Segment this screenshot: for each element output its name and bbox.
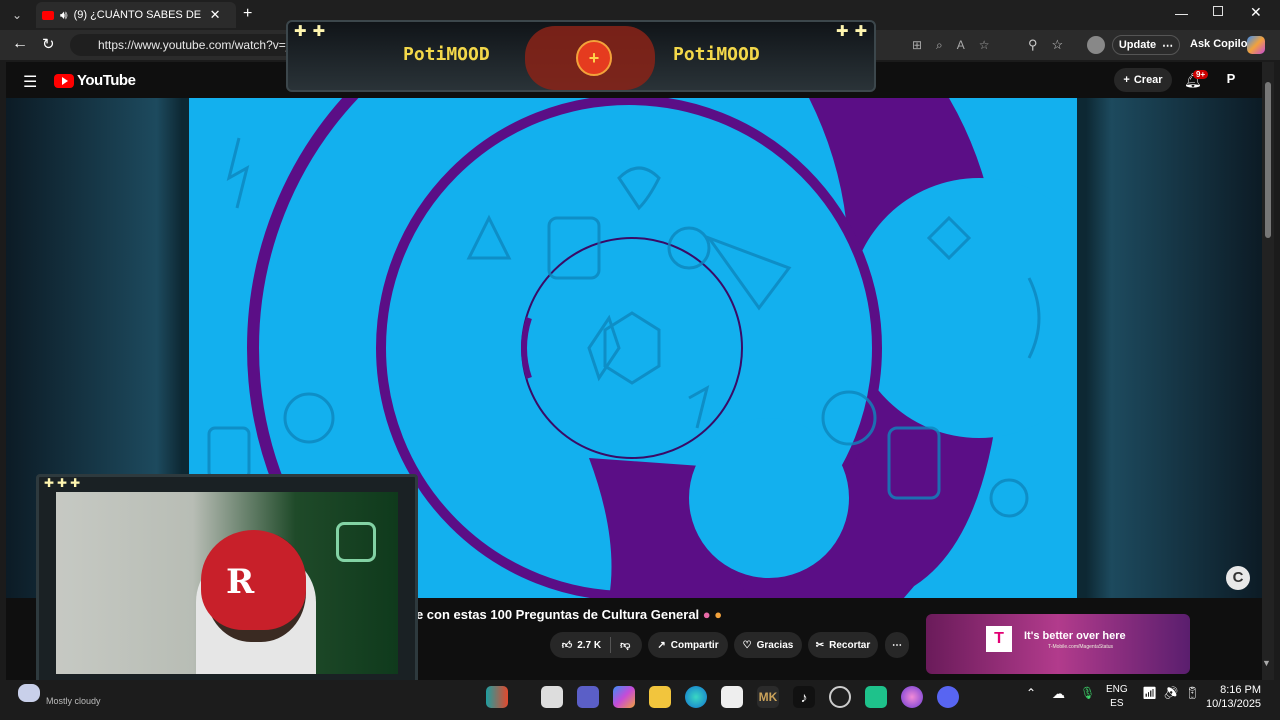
webcam-sparkle-icon: ✚✚✚	[44, 476, 84, 490]
store-icon[interactable]	[721, 686, 743, 708]
scissors-icon: ✂	[815, 639, 825, 651]
new-tab-icon[interactable]: +	[243, 5, 252, 23]
ad-headline: It's better over here	[1024, 630, 1126, 642]
wifi-volume-battery-icon[interactable]: 📶︎🔊︎🔋︎	[1142, 686, 1206, 700]
banner-logo-icon: +	[576, 40, 612, 76]
minimize-icon[interactable]: —	[1175, 6, 1188, 21]
thanks-icon: ♡	[742, 639, 752, 651]
plus-icon: +	[1123, 74, 1130, 86]
microphone-icon[interactable]: 🎙︎	[1080, 686, 1095, 700]
address-bar-tools-icon[interactable]: ⊞⌕A☆	[912, 38, 1004, 53]
speaker-icon[interactable]: 🔊︎	[60, 8, 68, 23]
url-text: https://www.youtube.com/watch?v=_A	[98, 38, 301, 52]
weather-text[interactable]: Mostly cloudy	[46, 696, 101, 706]
tiktok-icon[interactable]: ♪	[793, 686, 815, 708]
share-button[interactable]: ↗ Compartir	[648, 632, 728, 658]
youtube-logo-text: YouTube	[77, 72, 136, 89]
discord-icon[interactable]	[937, 686, 959, 708]
banner-brand-right: PotiMOOD	[673, 44, 760, 65]
more-icon: ⋯	[892, 639, 902, 651]
ad-banner[interactable]: T It's better over here T-Mobile.com/Mag…	[926, 614, 1190, 674]
obs-icon[interactable]	[829, 686, 851, 708]
copilot-app-icon[interactable]	[613, 686, 635, 708]
extensions-icon[interactable]: ⚲☆	[1028, 37, 1077, 53]
account-avatar[interactable]: P	[1222, 71, 1240, 89]
more-icon: ⋯	[1162, 39, 1174, 52]
like-icon[interactable]: 👍︎	[562, 639, 572, 651]
clip-button[interactable]: ✂ Recortar	[808, 632, 878, 658]
video-title-text: de con estas 100 Preguntas de Cultura Ge…	[408, 607, 700, 622]
hamburger-menu-icon[interactable]: ☰	[23, 72, 37, 92]
thanks-label: Gracias	[756, 639, 794, 651]
sparkle-left-icon: ✚✚	[294, 23, 332, 40]
clock-time: 8:16 PM	[1220, 684, 1262, 696]
lang-top: ENG	[1106, 684, 1128, 695]
create-button[interactable]: + Crear	[1114, 68, 1172, 92]
notifications-badge: 9+	[1193, 70, 1209, 79]
more-actions-button[interactable]: ⋯	[885, 632, 909, 658]
copilot-icon[interactable]	[1247, 36, 1265, 54]
back-icon[interactable]: ←	[12, 35, 28, 53]
photos-icon[interactable]	[901, 686, 923, 708]
update-button[interactable]: Update ⋯	[1112, 35, 1180, 55]
tmobile-logo-icon: T	[986, 626, 1012, 652]
dislike-icon[interactable]: 👎︎	[620, 639, 630, 651]
maximize-icon[interactable]	[1213, 6, 1223, 16]
lang-bottom: ES	[1110, 698, 1124, 709]
url-input[interactable]: https://www.youtube.com/watch?v=_A	[70, 34, 302, 56]
channel-watermark-icon[interactable]: C	[1226, 566, 1250, 590]
youtube-play-icon	[54, 73, 74, 88]
edge-icon[interactable]	[685, 686, 707, 708]
teams-icon[interactable]	[577, 686, 599, 708]
like-count[interactable]: 2.7 K	[577, 640, 601, 651]
close-tab-icon[interactable]: ✕	[210, 7, 221, 23]
banner-brand-left: PotiMOOD	[403, 44, 490, 65]
thanks-button[interactable]: ♡ Gracias	[734, 632, 802, 658]
clip-label: Recortar	[829, 639, 871, 651]
refresh-icon[interactable]: ↻	[42, 35, 55, 53]
ask-copilot-button[interactable]: Ask Copilot	[1190, 38, 1251, 50]
create-label: Crear	[1133, 74, 1163, 86]
browser-tab[interactable]: 🔊︎ (9) ¿CUÁNTO SABES DE CUL ✕	[36, 2, 236, 28]
onedrive-icon[interactable]: ☁	[1052, 686, 1065, 702]
input-language[interactable]: ENG ES	[1106, 683, 1128, 711]
youtube-favicon-icon	[42, 10, 54, 20]
profile-avatar[interactable]	[1087, 36, 1105, 54]
share-icon: ↗	[657, 639, 666, 651]
webcam-feed: R	[56, 492, 398, 674]
smile-emoji-icon: ●	[714, 607, 723, 622]
youtube-logo[interactable]: YouTube	[54, 72, 136, 89]
weather-icon[interactable]	[18, 684, 40, 702]
scroll-down-icon[interactable]: ▼	[1262, 658, 1271, 668]
tab-list-chevron-icon[interactable]: ⌄	[12, 8, 22, 22]
app-fishing-icon[interactable]	[486, 686, 508, 708]
page-scrollbar[interactable]	[1262, 62, 1274, 680]
sparkle-right-icon: ✚✚	[836, 23, 874, 40]
video-title: de con estas 100 Preguntas de Cultura Ge…	[408, 607, 722, 622]
ad-subtext: T-Mobile.com/MagentaStatus	[1048, 644, 1114, 650]
task-view-icon[interactable]	[541, 686, 563, 708]
streaming-app-icon[interactable]	[865, 686, 887, 708]
like-dislike-group: 👍︎ 2.7 K 👎︎	[550, 632, 642, 658]
brain-emoji-icon: ●	[702, 607, 711, 622]
share-label: Compartir	[670, 639, 719, 651]
update-label: Update	[1118, 39, 1157, 51]
tray-chevron-icon[interactable]: ⌃	[1026, 686, 1036, 700]
clock[interactable]: 8:16 PM 10/13/2025	[1206, 683, 1261, 711]
close-window-icon[interactable]: ✕	[1250, 4, 1262, 21]
game-mk-icon[interactable]: MK	[757, 686, 779, 708]
clock-date: 10/13/2025	[1206, 698, 1262, 710]
cap-logo: R	[226, 562, 255, 602]
file-explorer-icon[interactable]	[649, 686, 671, 708]
tab-title: (9) ¿CUÁNTO SABES DE CUL	[73, 9, 204, 21]
copilot-label: Ask Copilot	[1190, 38, 1252, 50]
